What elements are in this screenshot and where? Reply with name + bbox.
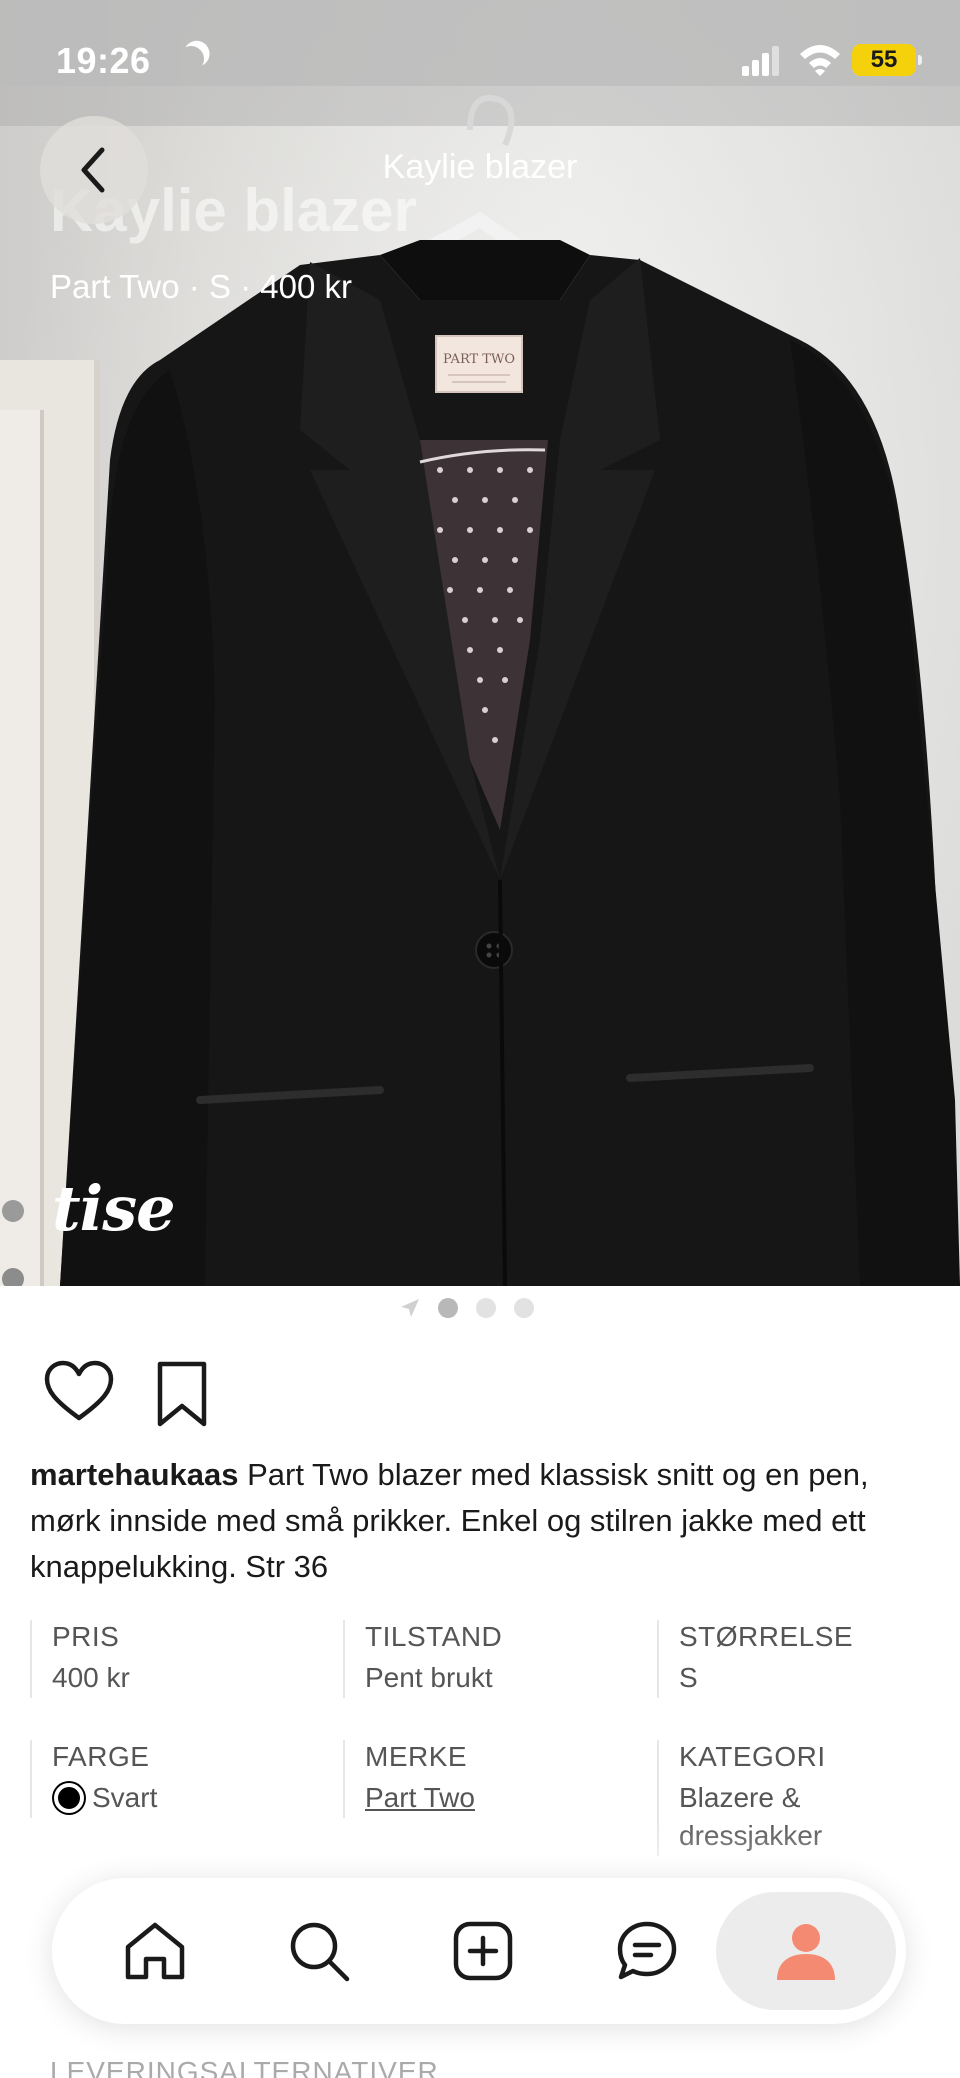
- seller-username-link[interactable]: martehaukaas: [30, 1457, 239, 1492]
- tab-messages[interactable]: [600, 1904, 694, 1998]
- color-swatch: [54, 1783, 84, 1813]
- do-not-disturb-moon-icon: [174, 42, 207, 75]
- messages-icon: [617, 1921, 677, 1980]
- add-icon: [453, 1921, 513, 1981]
- tab-profile[interactable]: [716, 1892, 896, 2010]
- category-line-1: Blazere &: [679, 1782, 801, 1813]
- delivery-options-heading: LEVERINGSALTERNATIVER: [50, 2056, 439, 2078]
- battery-icon: 55: [852, 44, 922, 76]
- tab-add-listing[interactable]: [436, 1904, 530, 1998]
- home-icon: [125, 1922, 185, 1980]
- bookmark-icon[interactable]: [154, 1360, 210, 1428]
- attr-value: S: [679, 1662, 698, 1693]
- attr-label: TILSTAND: [365, 1621, 503, 1652]
- status-bar: 19:26 55: [0, 0, 960, 86]
- attr-label: MERKE: [365, 1741, 468, 1772]
- pager-dot[interactable]: [514, 1298, 534, 1318]
- attr-label: PRIS: [52, 1621, 120, 1652]
- search-icon: [290, 1922, 350, 1982]
- location-arrow-icon: [401, 1299, 419, 1317]
- attr-condition: TILSTAND Pent brukt: [343, 1620, 643, 1698]
- status-time: 19:26: [56, 40, 151, 81]
- attr-value: Svart: [52, 1778, 330, 1818]
- back-button[interactable]: [40, 116, 148, 224]
- attr-color: FARGE Svart: [30, 1740, 330, 1818]
- page-title: Kaylie blazer: [382, 148, 578, 186]
- tab-search[interactable]: [272, 1904, 366, 1998]
- product-subtitle: Part Two · S · 400 kr: [50, 268, 352, 305]
- attr-value: Pent brukt: [365, 1662, 493, 1693]
- battery-level: 55: [870, 46, 898, 73]
- profile-icon: [777, 1924, 835, 1980]
- attr-label: KATEGORI: [679, 1741, 826, 1772]
- attr-brand: MERKE Part Two: [343, 1740, 643, 1818]
- attr-label: FARGE: [52, 1741, 150, 1772]
- like-heart-icon[interactable]: [44, 1360, 114, 1424]
- attr-label: STØRRELSE: [679, 1621, 854, 1652]
- bottom-tab-bar: [52, 1878, 906, 2024]
- color-name: Svart: [92, 1782, 158, 1813]
- tise-watermark-logo: tise: [52, 1172, 176, 1245]
- cellular-signal-icon: [742, 46, 779, 76]
- post-description: martehaukaas Part Two blazer med klassis…: [30, 1452, 930, 1590]
- pager-dot[interactable]: [476, 1298, 496, 1318]
- chevron-left-icon: [81, 147, 105, 193]
- tab-home[interactable]: [108, 1904, 202, 1998]
- product-photo[interactable]: PART TWO Kaylie blazer Part Two · S · 40…: [0, 0, 960, 1286]
- wifi-icon: [800, 45, 840, 76]
- pager-dot-active[interactable]: [438, 1298, 458, 1318]
- garment-label-text: PART TWO: [443, 352, 515, 367]
- attr-value: 400 kr: [52, 1662, 130, 1693]
- attr-size: STØRRELSE S: [657, 1620, 957, 1698]
- photo-pager[interactable]: [400, 1296, 534, 1320]
- attr-price: PRIS 400 kr: [30, 1620, 330, 1698]
- brand-link[interactable]: Part Two: [365, 1778, 643, 1818]
